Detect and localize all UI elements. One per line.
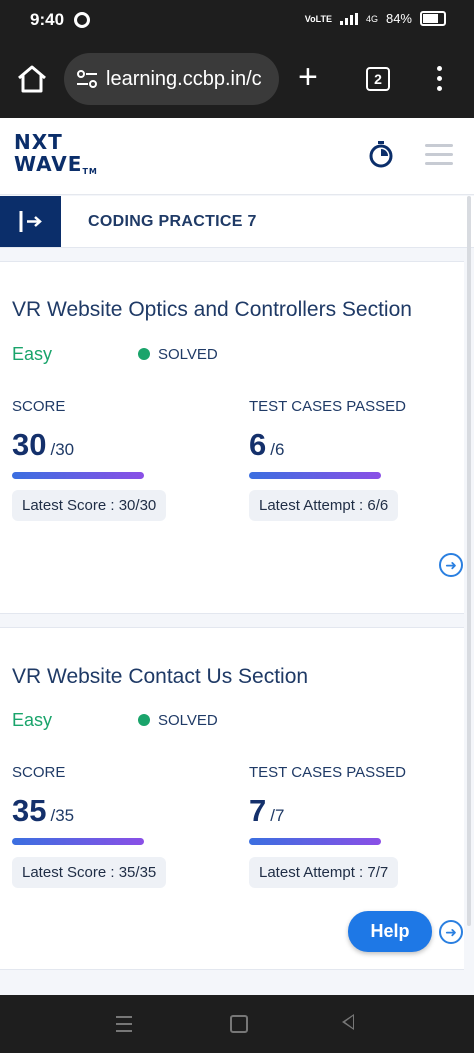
browser-toolbar: learning.ccbp.in/c + 2 xyxy=(0,40,474,118)
sidebar-toggle-icon xyxy=(19,211,42,232)
signal-icon xyxy=(339,12,358,25)
app-header: NXT WAVETM xyxy=(0,118,474,195)
latest-attempt-chip: Latest Attempt : 6/6 xyxy=(249,490,399,521)
home-icon[interactable] xyxy=(16,64,48,94)
status-badge: SOLVED xyxy=(138,346,218,363)
scrollbar[interactable] xyxy=(467,196,471,926)
help-button[interactable]: Help xyxy=(348,911,432,952)
logo-tm: TM xyxy=(82,167,98,176)
system-nav-bar xyxy=(0,995,474,1053)
status-badge: SOLVED xyxy=(138,712,218,729)
sidebar-toggle-button[interactable] xyxy=(0,196,61,247)
score-progress-bar xyxy=(12,838,144,845)
difficulty-label: Easy xyxy=(12,710,53,730)
logo-line2: WAVETM xyxy=(14,152,98,176)
battery-percent: 84% xyxy=(385,11,412,26)
status-bar: 9:40 VoLTE 4G 84% xyxy=(0,0,474,40)
notification-dot-icon xyxy=(74,12,90,28)
score-label: SCORE xyxy=(12,764,66,781)
question-card[interactable]: VR Website Optics and Controllers Sectio… xyxy=(0,261,464,614)
latest-attempt-chip: Latest Attempt : 7/7 xyxy=(249,857,399,888)
tests-value: 7/7 xyxy=(249,793,285,828)
latest-score-chip: Latest Score : 35/35 xyxy=(12,857,167,888)
status-right: VoLTE 4G 84% xyxy=(305,11,446,26)
arrow-right-circle-icon[interactable]: ➜ xyxy=(439,920,463,944)
hamburger-icon[interactable] xyxy=(425,144,453,171)
tab-switcher-button[interactable]: 2 xyxy=(366,67,390,91)
tests-value: 6/6 xyxy=(249,427,285,462)
solved-dot-icon xyxy=(138,714,150,726)
home-nav-icon[interactable] xyxy=(230,1015,248,1033)
url-text[interactable]: learning.ccbp.in/c xyxy=(106,68,262,91)
arrow-right-circle-icon[interactable]: ➜ xyxy=(439,553,463,577)
score-value: 30/30 xyxy=(12,427,75,462)
difficulty-label: Easy xyxy=(12,344,53,364)
back-nav-icon[interactable] xyxy=(342,1014,354,1030)
tests-progress-bar xyxy=(249,472,381,479)
new-tab-button[interactable]: + xyxy=(298,60,318,94)
nxtwave-logo[interactable]: NXT WAVETM xyxy=(14,130,98,176)
score-label: SCORE xyxy=(12,398,66,415)
address-bar[interactable]: learning.ccbp.in/c xyxy=(64,53,279,105)
status-time: 9:40 xyxy=(30,10,65,29)
question-title[interactable]: VR Website Optics and Controllers Sectio… xyxy=(12,298,412,322)
solved-dot-icon xyxy=(138,348,150,360)
battery-icon xyxy=(420,11,446,26)
tests-label: TEST CASES PASSED xyxy=(249,398,406,415)
score-value: 35/35 xyxy=(12,793,75,828)
browser-menu-icon[interactable] xyxy=(437,66,443,96)
logo-line1: NXT xyxy=(14,130,63,154)
question-title[interactable]: VR Website Contact Us Section xyxy=(12,665,308,689)
volte-label: VoLTE xyxy=(304,13,332,24)
timer-icon[interactable] xyxy=(368,140,394,168)
tests-label: TEST CASES PASSED xyxy=(249,764,406,781)
tests-progress-bar xyxy=(249,838,381,845)
score-progress-bar xyxy=(12,472,144,479)
tune-icon[interactable] xyxy=(76,69,98,89)
latest-score-chip: Latest Score : 30/30 xyxy=(12,490,167,521)
network-type: 4G xyxy=(365,13,378,24)
practice-title: CODING PRACTICE 7 xyxy=(88,213,257,230)
recents-icon[interactable] xyxy=(116,1016,132,1037)
practice-header: CODING PRACTICE 7 xyxy=(0,196,474,248)
